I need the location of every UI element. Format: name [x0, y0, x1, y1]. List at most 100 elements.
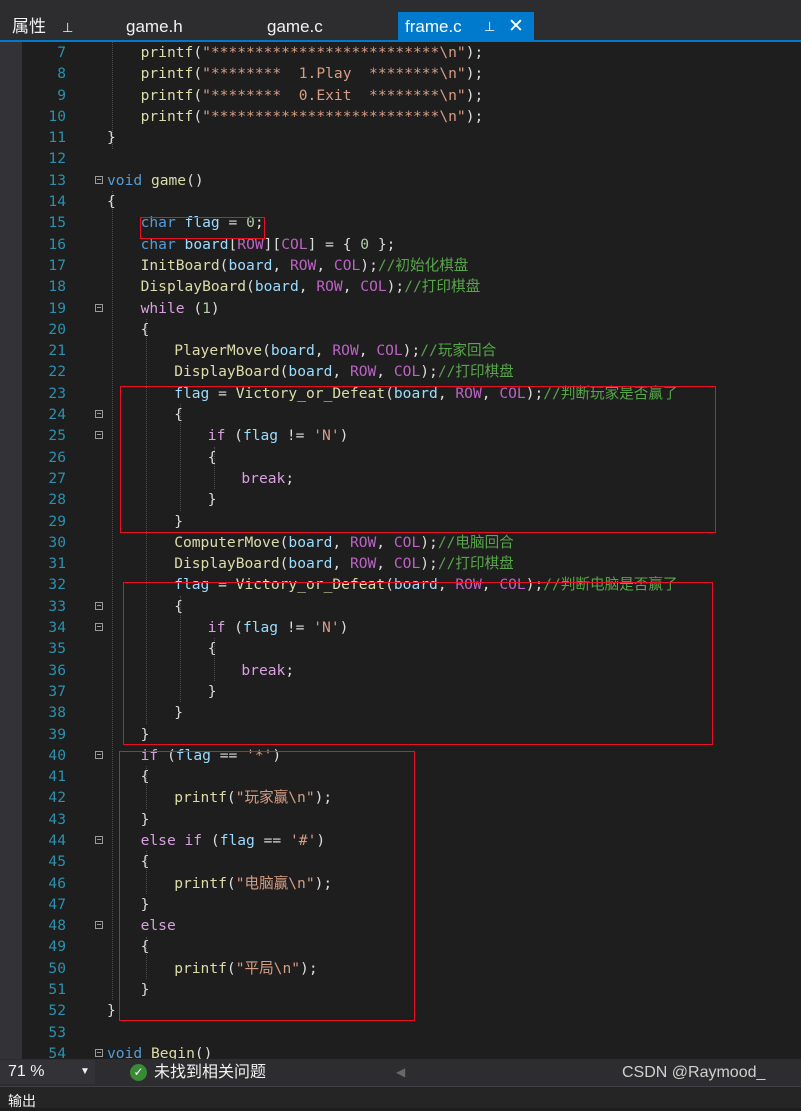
code-token: void: [107, 1044, 143, 1059]
code-line[interactable]: 9 printf("******** 0.Exit ********\n");: [0, 85, 801, 106]
code-line[interactable]: 10 printf("**************************\n")…: [0, 106, 801, 127]
watermark-text: CSDN @Raymood_: [622, 1064, 766, 1081]
line-number: 16: [48, 235, 66, 253]
line-number: 36: [48, 661, 66, 679]
code-token: ,: [332, 363, 350, 381]
code-line[interactable]: 7 printf("**************************\n");: [0, 42, 801, 63]
close-icon[interactable]: ✕: [508, 12, 524, 42]
code-token: );: [420, 533, 438, 551]
line-number: 41: [48, 768, 66, 786]
line-number: 26: [48, 448, 66, 466]
line-number: 28: [48, 491, 66, 509]
code-text: printf("******** 0.Exit ********\n");: [141, 85, 484, 106]
code-text: void game(): [107, 170, 204, 191]
tab-properties[interactable]: 属性 ⊥: [12, 12, 73, 42]
code-line[interactable]: 17 InitBoard(board, ROW, COL);//初始化棋盘: [0, 255, 801, 276]
check-icon: ✓: [130, 1064, 147, 1081]
code-line[interactable]: 31 DisplayBoard(board, ROW, COL);//打印棋盘: [0, 553, 801, 574]
line-number: 34: [48, 619, 66, 637]
code-token: board: [270, 342, 315, 360]
code-token: ,: [314, 342, 333, 360]
tab-frame-c-active[interactable]: frame.c ⊥ ✕: [398, 12, 534, 42]
collapse-icon[interactable]: −: [95, 623, 103, 632]
line-number: 45: [48, 853, 66, 871]
code-line[interactable]: 20 {: [0, 319, 801, 340]
code-line[interactable]: 53: [0, 1022, 801, 1043]
code-token: (): [194, 1044, 213, 1059]
line-number: 51: [48, 981, 66, 999]
code-line[interactable]: 22 DisplayBoard(board, ROW, COL);//打印棋盘: [0, 361, 801, 382]
collapse-icon[interactable]: −: [95, 1048, 103, 1057]
code-token: board: [288, 533, 333, 551]
code-text: {: [141, 319, 150, 340]
code-text: {: [107, 191, 116, 212]
code-token: ] = {: [307, 235, 361, 253]
tab-game-h[interactable]: game.h: [126, 12, 183, 42]
code-line[interactable]: 21 PlayerMove(board, ROW, COL);//玩家回合: [0, 340, 801, 361]
line-number: 24: [48, 406, 66, 424]
code-token: printf: [140, 86, 194, 104]
collapse-icon[interactable]: −: [95, 431, 103, 440]
code-token: };: [369, 235, 396, 253]
code-token: 1: [202, 299, 211, 317]
zoom-dropdown[interactable]: 71 % ▼: [0, 1060, 95, 1084]
code-token: ComputerMove: [174, 533, 280, 551]
line-number: 49: [48, 938, 66, 956]
code-line[interactable]: 13 − void game(): [0, 170, 801, 191]
line-number: 19: [48, 299, 66, 317]
code-token: );: [465, 65, 484, 83]
code-line[interactable]: 18 DisplayBoard(board, ROW, COL);//打印棋盘: [0, 276, 801, 297]
code-token: 0: [360, 235, 370, 253]
pin-icon[interactable]: ⊥: [62, 20, 73, 35]
line-number: 35: [48, 640, 66, 658]
code-token: (: [193, 44, 203, 61]
code-token: (: [184, 299, 203, 317]
code-line[interactable]: 54 − void Begin(): [0, 1043, 801, 1059]
code-line[interactable]: 11}: [0, 127, 801, 148]
code-line[interactable]: 12: [0, 148, 801, 169]
line-number: 25: [48, 427, 66, 445]
line-number: 13: [48, 171, 66, 189]
code-line[interactable]: 8 printf("******** 1.Play ********\n");: [0, 63, 801, 84]
line-number: 44: [48, 831, 66, 849]
code-token: );: [386, 278, 405, 296]
code-token: //打印棋盘: [437, 555, 514, 573]
collapse-icon[interactable]: −: [95, 601, 103, 610]
line-number: 39: [48, 725, 66, 743]
code-text: void Begin(): [107, 1043, 212, 1059]
scroll-left-icon[interactable]: ◀: [396, 1059, 405, 1086]
pin-icon[interactable]: ⊥: [484, 12, 495, 42]
code-text: while (1): [141, 298, 220, 319]
code-text: printf("******** 1.Play ********\n");: [141, 63, 484, 84]
line-number: 17: [48, 256, 66, 274]
line-number: 30: [48, 533, 66, 551]
code-line[interactable]: 16 char board[ROW][COL] = { 0 };: [0, 234, 801, 255]
collapse-icon[interactable]: −: [95, 410, 103, 419]
collapse-icon[interactable]: −: [95, 921, 103, 930]
output-panel-header[interactable]: 输出: [0, 1086, 801, 1109]
collapse-icon[interactable]: −: [95, 303, 103, 312]
collapse-icon[interactable]: −: [95, 175, 103, 184]
code-token: ,: [316, 256, 334, 274]
code-token: InitBoard: [140, 256, 220, 274]
code-token: "******** 1.Play ********\n": [202, 65, 466, 83]
code-token: COL: [393, 533, 421, 551]
tab-game-c[interactable]: game.c: [267, 12, 323, 42]
code-editor[interactable]: 7 printf("**************************\n");…: [0, 42, 801, 1059]
collapse-icon[interactable]: −: [95, 750, 103, 759]
line-number: 21: [48, 342, 66, 360]
code-line[interactable]: 14 {: [0, 191, 801, 212]
collapse-icon[interactable]: −: [95, 835, 103, 844]
code-token: printf: [140, 44, 194, 61]
code-token: ROW: [289, 256, 317, 274]
code-line[interactable]: 19 − while (1): [0, 298, 801, 319]
code-token: ,: [298, 278, 317, 296]
line-number: 47: [48, 895, 66, 913]
code-token: );: [465, 44, 484, 61]
code-token: //玩家回合: [420, 342, 497, 360]
line-number: 23: [48, 384, 66, 402]
code-line[interactable]: 30 ComputerMove(board, ROW, COL);//电脑回合: [0, 532, 801, 553]
code-line[interactable]: 15 char flag = 0;: [0, 212, 801, 233]
code-token: ,: [272, 256, 290, 274]
